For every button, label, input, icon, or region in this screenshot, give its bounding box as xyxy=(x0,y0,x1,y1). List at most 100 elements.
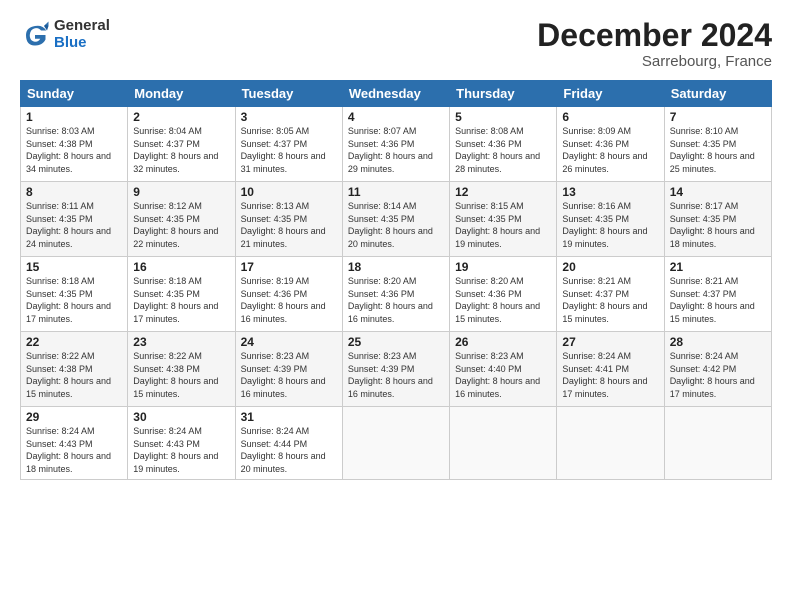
day-number: 13 xyxy=(562,185,658,199)
logo: General Blue xyxy=(20,18,110,51)
table-row: 6 Sunrise: 8:09 AMSunset: 4:36 PMDayligh… xyxy=(557,107,664,182)
day-number: 11 xyxy=(348,185,444,199)
day-number: 27 xyxy=(562,335,658,349)
table-row: 2 Sunrise: 8:04 AMSunset: 4:37 PMDayligh… xyxy=(128,107,235,182)
table-row: 4 Sunrise: 8:07 AMSunset: 4:36 PMDayligh… xyxy=(342,107,449,182)
day-number: 1 xyxy=(26,110,122,124)
day-info: Sunrise: 8:05 AMSunset: 4:37 PMDaylight:… xyxy=(241,126,326,174)
day-info: Sunrise: 8:22 AMSunset: 4:38 PMDaylight:… xyxy=(26,351,111,399)
table-row xyxy=(557,407,664,479)
col-thursday: Thursday xyxy=(450,81,557,107)
day-number: 15 xyxy=(26,260,122,274)
table-row xyxy=(664,407,771,479)
day-number: 16 xyxy=(133,260,229,274)
day-number: 23 xyxy=(133,335,229,349)
day-info: Sunrise: 8:20 AMSunset: 4:36 PMDaylight:… xyxy=(348,276,433,324)
day-number: 21 xyxy=(670,260,766,274)
page: General Blue December 2024 Sarrebourg, F… xyxy=(0,0,792,612)
day-number: 25 xyxy=(348,335,444,349)
col-sunday: Sunday xyxy=(21,81,128,107)
table-row: 11 Sunrise: 8:14 AMSunset: 4:35 PMDaylig… xyxy=(342,182,449,257)
day-number: 5 xyxy=(455,110,551,124)
day-info: Sunrise: 8:13 AMSunset: 4:35 PMDaylight:… xyxy=(241,201,326,249)
table-row: 5 Sunrise: 8:08 AMSunset: 4:36 PMDayligh… xyxy=(450,107,557,182)
col-monday: Monday xyxy=(128,81,235,107)
table-row: 1 Sunrise: 8:03 AMSunset: 4:38 PMDayligh… xyxy=(21,107,128,182)
day-info: Sunrise: 8:12 AMSunset: 4:35 PMDaylight:… xyxy=(133,201,218,249)
day-number: 10 xyxy=(241,185,337,199)
day-info: Sunrise: 8:22 AMSunset: 4:38 PMDaylight:… xyxy=(133,351,218,399)
day-info: Sunrise: 8:10 AMSunset: 4:35 PMDaylight:… xyxy=(670,126,755,174)
table-row xyxy=(450,407,557,479)
day-info: Sunrise: 8:09 AMSunset: 4:36 PMDaylight:… xyxy=(562,126,647,174)
day-info: Sunrise: 8:04 AMSunset: 4:37 PMDaylight:… xyxy=(133,126,218,174)
table-row: 16 Sunrise: 8:18 AMSunset: 4:35 PMDaylig… xyxy=(128,257,235,332)
table-row: 22 Sunrise: 8:22 AMSunset: 4:38 PMDaylig… xyxy=(21,332,128,407)
day-info: Sunrise: 8:24 AMSunset: 4:43 PMDaylight:… xyxy=(26,426,111,474)
table-row: 25 Sunrise: 8:23 AMSunset: 4:39 PMDaylig… xyxy=(342,332,449,407)
day-info: Sunrise: 8:23 AMSunset: 4:40 PMDaylight:… xyxy=(455,351,540,399)
day-info: Sunrise: 8:24 AMSunset: 4:42 PMDaylight:… xyxy=(670,351,755,399)
table-row: 3 Sunrise: 8:05 AMSunset: 4:37 PMDayligh… xyxy=(235,107,342,182)
day-number: 4 xyxy=(348,110,444,124)
table-row: 19 Sunrise: 8:20 AMSunset: 4:36 PMDaylig… xyxy=(450,257,557,332)
table-row: 28 Sunrise: 8:24 AMSunset: 4:42 PMDaylig… xyxy=(664,332,771,407)
day-number: 29 xyxy=(26,410,122,424)
calendar-table: Sunday Monday Tuesday Wednesday Thursday… xyxy=(20,80,772,479)
day-number: 28 xyxy=(670,335,766,349)
day-info: Sunrise: 8:07 AMSunset: 4:36 PMDaylight:… xyxy=(348,126,433,174)
col-friday: Friday xyxy=(557,81,664,107)
table-row: 21 Sunrise: 8:21 AMSunset: 4:37 PMDaylig… xyxy=(664,257,771,332)
logo-blue-text: Blue xyxy=(54,35,110,52)
day-info: Sunrise: 8:15 AMSunset: 4:35 PMDaylight:… xyxy=(455,201,540,249)
day-number: 26 xyxy=(455,335,551,349)
day-number: 31 xyxy=(241,410,337,424)
day-info: Sunrise: 8:21 AMSunset: 4:37 PMDaylight:… xyxy=(670,276,755,324)
header: General Blue December 2024 Sarrebourg, F… xyxy=(20,18,772,70)
table-row: 17 Sunrise: 8:19 AMSunset: 4:36 PMDaylig… xyxy=(235,257,342,332)
table-row: 14 Sunrise: 8:17 AMSunset: 4:35 PMDaylig… xyxy=(664,182,771,257)
col-tuesday: Tuesday xyxy=(235,81,342,107)
title-area: December 2024 Sarrebourg, France xyxy=(537,18,772,70)
table-row: 20 Sunrise: 8:21 AMSunset: 4:37 PMDaylig… xyxy=(557,257,664,332)
table-row: 10 Sunrise: 8:13 AMSunset: 4:35 PMDaylig… xyxy=(235,182,342,257)
table-row: 12 Sunrise: 8:15 AMSunset: 4:35 PMDaylig… xyxy=(450,182,557,257)
table-row: 8 Sunrise: 8:11 AMSunset: 4:35 PMDayligh… xyxy=(21,182,128,257)
table-row: 15 Sunrise: 8:18 AMSunset: 4:35 PMDaylig… xyxy=(21,257,128,332)
col-saturday: Saturday xyxy=(664,81,771,107)
day-info: Sunrise: 8:24 AMSunset: 4:44 PMDaylight:… xyxy=(241,426,326,474)
day-number: 18 xyxy=(348,260,444,274)
day-info: Sunrise: 8:23 AMSunset: 4:39 PMDaylight:… xyxy=(348,351,433,399)
day-number: 6 xyxy=(562,110,658,124)
day-info: Sunrise: 8:17 AMSunset: 4:35 PMDaylight:… xyxy=(670,201,755,249)
col-wednesday: Wednesday xyxy=(342,81,449,107)
table-row: 31 Sunrise: 8:24 AMSunset: 4:44 PMDaylig… xyxy=(235,407,342,479)
day-number: 3 xyxy=(241,110,337,124)
month-title: December 2024 xyxy=(537,18,772,53)
logo-text: General Blue xyxy=(54,18,110,51)
table-row: 23 Sunrise: 8:22 AMSunset: 4:38 PMDaylig… xyxy=(128,332,235,407)
day-number: 8 xyxy=(26,185,122,199)
day-info: Sunrise: 8:19 AMSunset: 4:36 PMDaylight:… xyxy=(241,276,326,324)
day-info: Sunrise: 8:18 AMSunset: 4:35 PMDaylight:… xyxy=(133,276,218,324)
calendar-header-row: Sunday Monday Tuesday Wednesday Thursday… xyxy=(21,81,772,107)
day-number: 19 xyxy=(455,260,551,274)
table-row: 30 Sunrise: 8:24 AMSunset: 4:43 PMDaylig… xyxy=(128,407,235,479)
day-info: Sunrise: 8:24 AMSunset: 4:43 PMDaylight:… xyxy=(133,426,218,474)
day-number: 30 xyxy=(133,410,229,424)
day-info: Sunrise: 8:18 AMSunset: 4:35 PMDaylight:… xyxy=(26,276,111,324)
logo-icon xyxy=(20,20,50,50)
table-row: 7 Sunrise: 8:10 AMSunset: 4:35 PMDayligh… xyxy=(664,107,771,182)
day-info: Sunrise: 8:03 AMSunset: 4:38 PMDaylight:… xyxy=(26,126,111,174)
table-row: 18 Sunrise: 8:20 AMSunset: 4:36 PMDaylig… xyxy=(342,257,449,332)
day-number: 22 xyxy=(26,335,122,349)
day-info: Sunrise: 8:11 AMSunset: 4:35 PMDaylight:… xyxy=(26,201,111,249)
day-number: 9 xyxy=(133,185,229,199)
day-info: Sunrise: 8:14 AMSunset: 4:35 PMDaylight:… xyxy=(348,201,433,249)
location: Sarrebourg, France xyxy=(537,53,772,70)
day-number: 14 xyxy=(670,185,766,199)
table-row: 9 Sunrise: 8:12 AMSunset: 4:35 PMDayligh… xyxy=(128,182,235,257)
day-number: 24 xyxy=(241,335,337,349)
day-number: 17 xyxy=(241,260,337,274)
table-row: 26 Sunrise: 8:23 AMSunset: 4:40 PMDaylig… xyxy=(450,332,557,407)
